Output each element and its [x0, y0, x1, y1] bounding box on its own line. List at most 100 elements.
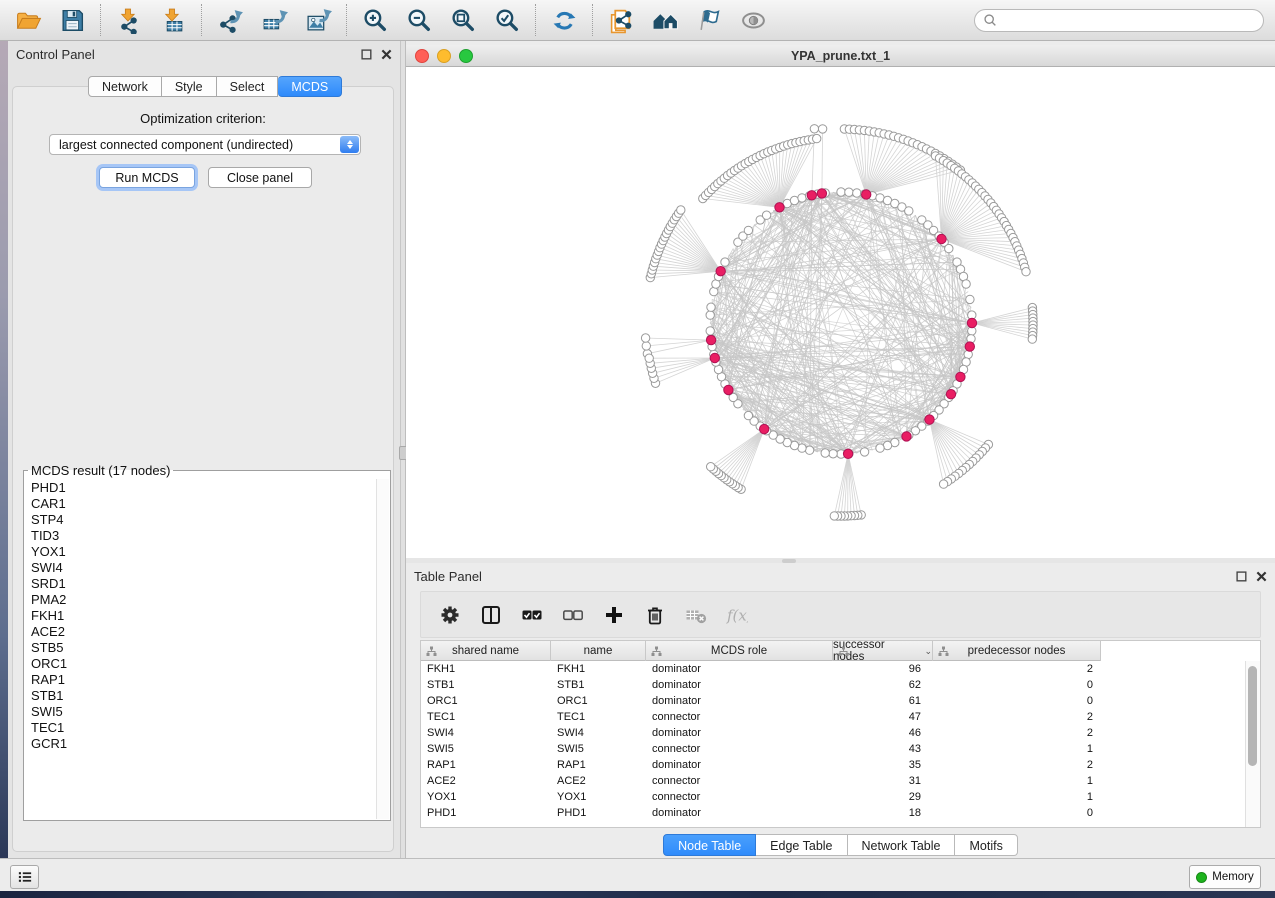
cell-predecessor-nodes[interactable]: 0	[933, 693, 1101, 709]
mcds-result-item[interactable]: YOX1	[31, 544, 377, 560]
network-overview-icon[interactable]	[650, 5, 680, 35]
show-hide-icon[interactable]	[738, 5, 768, 35]
tab-network-table[interactable]: Network Table	[848, 834, 956, 856]
close-panel-icon[interactable]	[381, 49, 392, 60]
deselect-all-icon[interactable]	[561, 603, 585, 627]
cell-shared-name[interactable]: ORC1	[421, 693, 551, 709]
mcds-result-item[interactable]: STB1	[31, 688, 377, 704]
search-field[interactable]	[974, 9, 1264, 32]
table-row[interactable]: RAP1RAP1dominator352	[421, 757, 1246, 773]
network-graph[interactable]	[406, 67, 1275, 558]
cell-predecessor-nodes[interactable]: 1	[933, 773, 1101, 789]
cell-successor-nodes[interactable]: 46	[833, 725, 933, 741]
column-header-predecessor-nodes[interactable]: predecessor nodes	[933, 641, 1101, 661]
cell-successor-nodes[interactable]: 62	[833, 677, 933, 693]
export-network-icon[interactable]	[215, 5, 245, 35]
mcds-result-list[interactable]: PHD1CAR1STP4TID3YOX1SWI4SRD1PMA2FKH1ACE2…	[25, 480, 377, 819]
tab-edge-table[interactable]: Edge Table	[756, 834, 847, 856]
share-network-icon[interactable]	[606, 5, 636, 35]
cell-successor-nodes[interactable]: 47	[833, 709, 933, 725]
zoom-in-icon[interactable]	[360, 5, 390, 35]
run-mcds-button[interactable]: Run MCDS	[99, 167, 195, 188]
memory-button[interactable]: Memory	[1189, 865, 1261, 889]
tab-motifs[interactable]: Motifs	[955, 834, 1017, 856]
export-table-icon[interactable]	[259, 5, 289, 35]
mcds-result-item[interactable]: RAP1	[31, 672, 377, 688]
cell-name[interactable]: TEC1	[551, 709, 646, 725]
cell-successor-nodes[interactable]: 96	[833, 661, 933, 677]
cell-predecessor-nodes[interactable]: 2	[933, 661, 1101, 677]
cell-shared-name[interactable]: RAP1	[421, 757, 551, 773]
gear-icon[interactable]	[438, 603, 462, 627]
cell-predecessor-nodes[interactable]: 2	[933, 709, 1101, 725]
select-all-icon[interactable]	[520, 603, 544, 627]
style-flag-icon[interactable]	[694, 5, 724, 35]
cell-MCDS-role[interactable]: connector	[646, 789, 833, 805]
table-row[interactable]: TEC1TEC1connector472	[421, 709, 1246, 725]
mcds-result-item[interactable]: TID3	[31, 528, 377, 544]
search-input[interactable]	[1002, 10, 1255, 30]
cell-shared-name[interactable]: STB1	[421, 677, 551, 693]
close-panel-icon[interactable]	[1256, 571, 1267, 582]
column-header-shared-name[interactable]: shared name	[421, 641, 551, 661]
cell-predecessor-nodes[interactable]: 2	[933, 725, 1101, 741]
mcds-result-item[interactable]: ACE2	[31, 624, 377, 640]
cell-predecessor-nodes[interactable]: 1	[933, 741, 1101, 757]
import-network-icon[interactable]	[114, 5, 144, 35]
table-row[interactable]: ACE2ACE2connector311	[421, 773, 1246, 789]
zoom-selected-icon[interactable]	[492, 5, 522, 35]
open-file-icon[interactable]	[13, 5, 43, 35]
cell-predecessor-nodes[interactable]: 2	[933, 757, 1101, 773]
cell-shared-name[interactable]: SWI5	[421, 741, 551, 757]
tab-style[interactable]: Style	[162, 76, 217, 97]
cell-successor-nodes[interactable]: 29	[833, 789, 933, 805]
cell-successor-nodes[interactable]: 18	[833, 805, 933, 821]
table-row[interactable]: YOX1YOX1connector291	[421, 789, 1246, 805]
table-row[interactable]: ORC1ORC1dominator610	[421, 693, 1246, 709]
cell-successor-nodes[interactable]: 43	[833, 741, 933, 757]
zoom-fit-icon[interactable]	[448, 5, 478, 35]
cell-MCDS-role[interactable]: dominator	[646, 757, 833, 773]
column-header-MCDS-role[interactable]: MCDS role	[646, 641, 833, 661]
export-image-icon[interactable]	[303, 5, 333, 35]
cell-shared-name[interactable]: TEC1	[421, 709, 551, 725]
mcds-result-item[interactable]: PHD1	[31, 480, 377, 496]
mcds-result-item[interactable]: SRD1	[31, 576, 377, 592]
cell-name[interactable]: SWI5	[551, 741, 646, 757]
mcds-result-item[interactable]: PMA2	[31, 592, 377, 608]
cell-MCDS-role[interactable]: dominator	[646, 693, 833, 709]
cell-shared-name[interactable]: ACE2	[421, 773, 551, 789]
refresh-network-icon[interactable]	[549, 5, 579, 35]
cell-MCDS-role[interactable]: connector	[646, 709, 833, 725]
mcds-result-item[interactable]: TEC1	[31, 720, 377, 736]
tab-network[interactable]: Network	[88, 76, 162, 97]
cell-name[interactable]: RAP1	[551, 757, 646, 773]
table-scrollbar[interactable]	[1245, 661, 1260, 827]
split-panel-icon[interactable]	[479, 603, 503, 627]
cell-predecessor-nodes[interactable]: 0	[933, 805, 1101, 821]
mcds-result-item[interactable]: FKH1	[31, 608, 377, 624]
cell-predecessor-nodes[interactable]: 1	[933, 789, 1101, 805]
optimization-criterion-select[interactable]: largest connected component (undirected)	[49, 134, 361, 155]
cell-name[interactable]: PHD1	[551, 805, 646, 821]
float-window-icon[interactable]	[1236, 571, 1247, 582]
cell-MCDS-role[interactable]: dominator	[646, 677, 833, 693]
mcds-result-item[interactable]: ORC1	[31, 656, 377, 672]
cell-name[interactable]: STB1	[551, 677, 646, 693]
mcds-result-item[interactable]: SWI5	[31, 704, 377, 720]
table-scrollbar-thumb[interactable]	[1248, 666, 1257, 766]
cell-MCDS-role[interactable]: dominator	[646, 805, 833, 821]
cell-shared-name[interactable]: SWI4	[421, 725, 551, 741]
cell-MCDS-role[interactable]: connector	[646, 773, 833, 789]
table-row[interactable]: STB1STB1dominator620	[421, 677, 1246, 693]
network-canvas[interactable]	[406, 67, 1275, 558]
cell-successor-nodes[interactable]: 61	[833, 693, 933, 709]
mcds-result-item[interactable]: STB5	[31, 640, 377, 656]
cell-shared-name[interactable]: PHD1	[421, 805, 551, 821]
mcds-result-item[interactable]: STP4	[31, 512, 377, 528]
float-window-icon[interactable]	[361, 49, 372, 60]
cell-MCDS-role[interactable]: connector	[646, 741, 833, 757]
table-row[interactable]: PHD1PHD1dominator180	[421, 805, 1246, 821]
mcds-result-item[interactable]: CAR1	[31, 496, 377, 512]
cell-name[interactable]: FKH1	[551, 661, 646, 677]
